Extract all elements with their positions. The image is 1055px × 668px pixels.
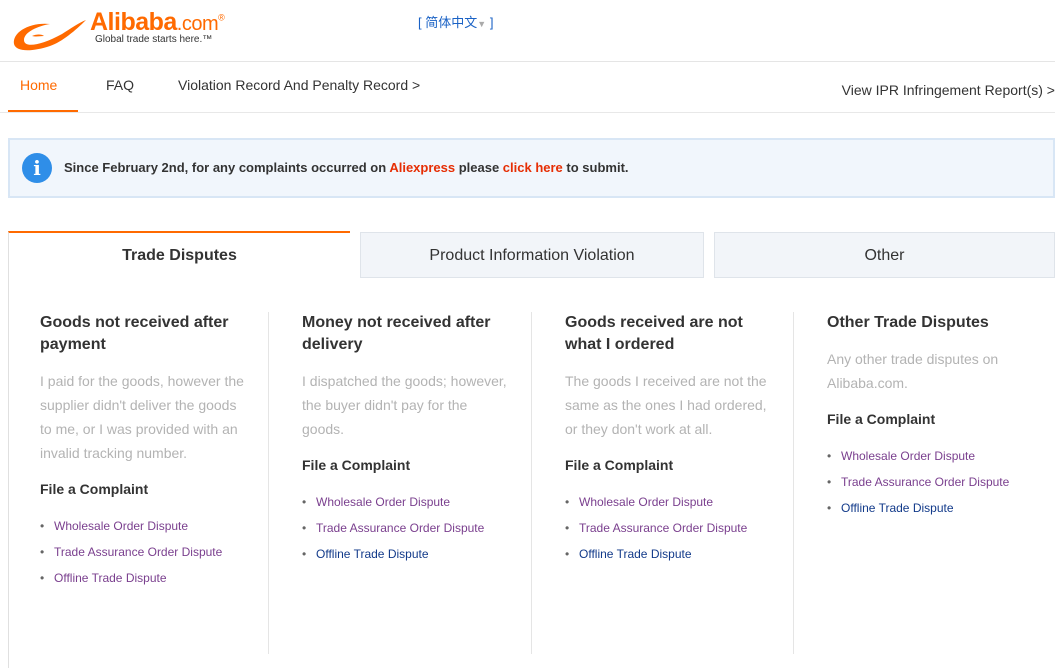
logo-wordmark: Alibaba.com® bbox=[90, 8, 225, 37]
dispute-column-goods-not-as-ordered: Goods received are not what I ordered Th… bbox=[565, 312, 775, 567]
column-description: The goods I received are not the same as… bbox=[565, 373, 767, 437]
list-item: • Offline Trade Dispute bbox=[40, 565, 250, 591]
alibaba-swoosh-icon bbox=[13, 20, 86, 51]
notice-text: Since February 2nd, for any complaints o… bbox=[64, 160, 629, 175]
nav-item-violation-record[interactable]: Violation Record And Penalty Record > bbox=[178, 77, 420, 93]
list-item: • Trade Assurance Order Dispute bbox=[302, 515, 512, 541]
complaint-links: • Wholesale Order Dispute • Trade Assuranc… bbox=[827, 443, 1042, 521]
nav-active-underline bbox=[8, 110, 78, 112]
complaint-links: • Wholesale Order Dispute • Trade Assuranc… bbox=[40, 513, 250, 591]
trade-assurance-order-dispute-link[interactable]: Trade Assurance Order Dispute bbox=[579, 521, 747, 535]
column-title: Money not received after delivery bbox=[302, 314, 491, 353]
trade-assurance-order-dispute-link[interactable]: Trade Assurance Order Dispute bbox=[316, 521, 484, 535]
chevron-down-icon: ▼ bbox=[477, 19, 487, 29]
offline-trade-dispute-link[interactable]: Offline Trade Dispute bbox=[579, 547, 692, 561]
list-item: • Wholesale Order Dispute bbox=[565, 489, 775, 515]
list-item: • Trade Assurance Order Dispute bbox=[827, 469, 1042, 495]
dispute-column-other: Other Trade Disputes Any other trade dis… bbox=[827, 312, 1042, 521]
column-divider bbox=[793, 312, 794, 654]
list-item: • Trade Assurance Order Dispute bbox=[40, 539, 250, 565]
offline-trade-dispute-link[interactable]: Offline Trade Dispute bbox=[841, 501, 954, 515]
lang-bracket-right: ] bbox=[489, 15, 494, 30]
list-item: • Wholesale Order Dispute bbox=[827, 443, 1042, 469]
logo-registered: ® bbox=[218, 12, 225, 23]
column-title: Goods not received after payment bbox=[40, 314, 229, 353]
column-title: Goods received are not what I ordered bbox=[565, 314, 743, 353]
trade-assurance-order-dispute-link[interactable]: Trade Assurance Order Dispute bbox=[841, 475, 1009, 489]
list-item: • Offline Trade Dispute bbox=[827, 495, 1042, 521]
nav-item-home[interactable]: Home bbox=[20, 77, 57, 93]
wholesale-order-dispute-link[interactable]: Wholesale Order Dispute bbox=[579, 495, 713, 509]
complaint-links: • Wholesale Order Dispute • Trade Assuranc… bbox=[565, 489, 775, 567]
lang-bracket-left: [ bbox=[418, 15, 422, 30]
offline-trade-dispute-link[interactable]: Offline Trade Dispute bbox=[316, 547, 429, 561]
language-selector[interactable]: [ 简体中文▼ ] bbox=[418, 12, 493, 31]
bullet-icon: • bbox=[302, 521, 307, 535]
bullet-icon: • bbox=[40, 519, 45, 533]
bullet-icon: • bbox=[302, 547, 307, 561]
alibaba-logo[interactable]: Alibaba.com® Global trade starts here.™ bbox=[10, 6, 260, 56]
offline-trade-dispute-link[interactable]: Offline Trade Dispute bbox=[54, 571, 167, 585]
site-header: Alibaba.com® Global trade starts here.™ … bbox=[0, 0, 1055, 62]
wholesale-order-dispute-link[interactable]: Wholesale Order Dispute bbox=[54, 519, 188, 533]
info-icon: i bbox=[22, 153, 52, 183]
dispute-column-goods-not-received: Goods not received after payment I paid … bbox=[40, 312, 250, 591]
logo-word: Alibaba bbox=[90, 8, 177, 36]
dispute-column-money-not-received: Money not received after delivery I disp… bbox=[302, 312, 512, 567]
language-label: 简体中文 bbox=[425, 15, 478, 30]
aliexpress-link[interactable]: Aliexpress bbox=[389, 160, 455, 175]
trade-assurance-order-dispute-link[interactable]: Trade Assurance Order Dispute bbox=[54, 545, 222, 559]
column-divider bbox=[531, 312, 532, 654]
bullet-icon: • bbox=[827, 449, 832, 463]
notice-text-before: Since February 2nd, for any complaints o… bbox=[64, 160, 390, 175]
bullet-icon: • bbox=[827, 475, 832, 489]
file-complaint-heading: File a Complaint bbox=[827, 411, 936, 427]
notice-banner: i Since February 2nd, for any complaints… bbox=[8, 138, 1055, 198]
complaint-links: • Wholesale Order Dispute • Trade Assuranc… bbox=[302, 489, 512, 567]
logo-com: .com bbox=[176, 13, 219, 35]
column-description: I paid for the goods, however the suppli… bbox=[40, 373, 244, 461]
tab-product-information-violation[interactable]: Product Information Violation bbox=[360, 232, 704, 278]
list-item: • Offline Trade Dispute bbox=[302, 541, 512, 567]
bullet-icon: • bbox=[302, 495, 307, 509]
column-description: Any other trade disputes on Alibaba.com. bbox=[827, 351, 999, 391]
file-complaint-heading: File a Complaint bbox=[565, 457, 674, 473]
wholesale-order-dispute-link[interactable]: Wholesale Order Dispute bbox=[841, 449, 975, 463]
list-item: • Wholesale Order Dispute bbox=[302, 489, 512, 515]
tab-other[interactable]: Other bbox=[714, 232, 1055, 278]
file-complaint-heading: File a Complaint bbox=[40, 481, 149, 497]
notice-text-after: to submit. bbox=[562, 160, 629, 175]
list-item: • Wholesale Order Dispute bbox=[40, 513, 250, 539]
bullet-icon: • bbox=[40, 571, 45, 585]
column-title: Other Trade Disputes bbox=[827, 314, 989, 331]
bullet-icon: • bbox=[565, 495, 570, 509]
logo-tagline: Global trade starts here.™ bbox=[95, 34, 213, 45]
list-item: • Trade Assurance Order Dispute bbox=[565, 515, 775, 541]
bullet-icon: • bbox=[565, 547, 570, 561]
file-complaint-heading: File a Complaint bbox=[302, 457, 411, 473]
bullet-icon: • bbox=[40, 545, 45, 559]
column-divider bbox=[268, 312, 269, 654]
click-here-link[interactable]: click here bbox=[503, 160, 563, 175]
nav-item-faq[interactable]: FAQ bbox=[106, 77, 134, 93]
main-nav: Home FAQ Violation Record And Penalty Re… bbox=[0, 63, 1055, 113]
dispute-tabs: Trade Disputes Product Information Viola… bbox=[8, 231, 1055, 279]
view-ipr-report-link[interactable]: View IPR Infringement Report(s) > bbox=[842, 82, 1055, 98]
bullet-icon: • bbox=[565, 521, 570, 535]
column-description: I dispatched the goods; however, the buy… bbox=[302, 373, 507, 437]
wholesale-order-dispute-link[interactable]: Wholesale Order Dispute bbox=[316, 495, 450, 509]
list-item: • Offline Trade Dispute bbox=[565, 541, 775, 567]
bullet-icon: • bbox=[827, 501, 832, 515]
notice-text-middle: please bbox=[455, 160, 503, 175]
tab-trade-disputes[interactable]: Trade Disputes bbox=[8, 231, 350, 279]
